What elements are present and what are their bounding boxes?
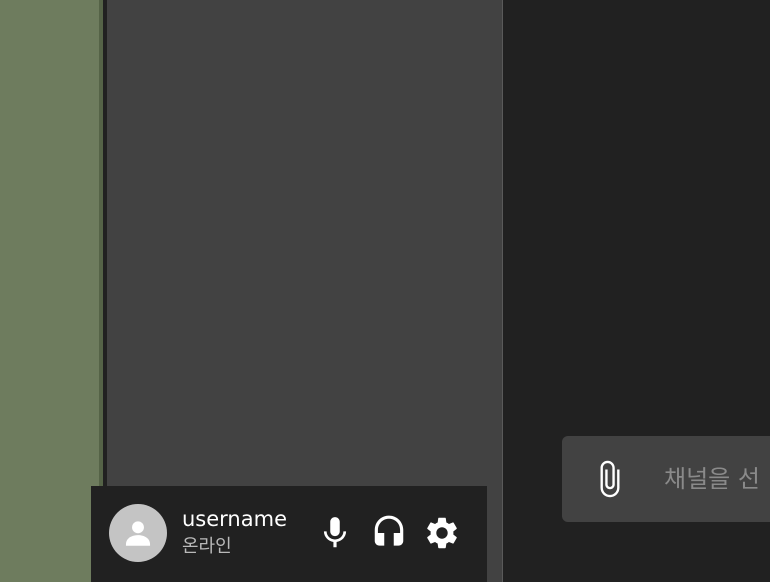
gear-icon <box>427 517 457 549</box>
settings-button[interactable] <box>422 513 462 553</box>
attach-button[interactable] <box>590 456 630 502</box>
username-label: username <box>182 507 287 531</box>
microphone-button[interactable] <box>315 513 355 553</box>
status-label: 온라인 <box>182 536 232 557</box>
server-list-sidebar <box>0 0 103 582</box>
avatar[interactable] <box>109 504 167 562</box>
message-input[interactable] <box>662 458 770 500</box>
user-panel: username 온라인 <box>91 486 487 582</box>
user-icon <box>125 521 151 546</box>
microphone-icon <box>323 517 347 548</box>
paperclip-icon <box>600 460 620 498</box>
headphones-icon <box>374 515 404 546</box>
headphones-button[interactable] <box>369 513 409 553</box>
message-composer <box>562 436 770 522</box>
